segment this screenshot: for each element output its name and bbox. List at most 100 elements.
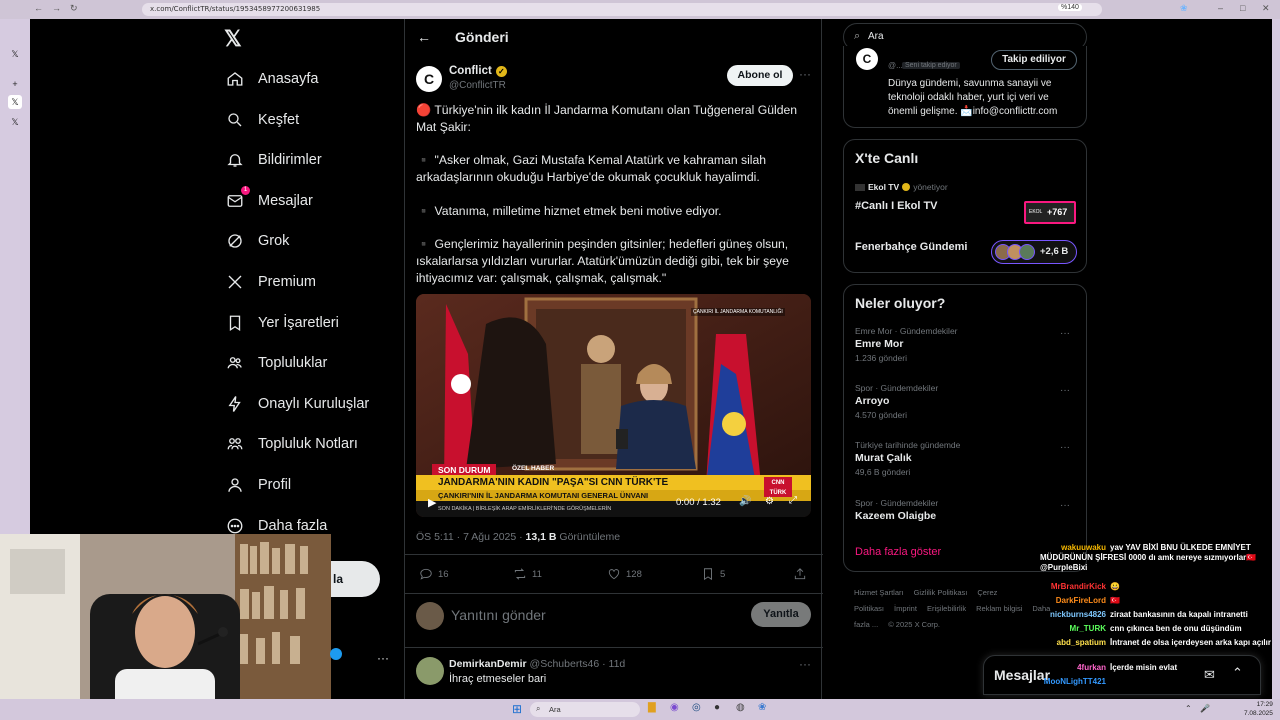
volume-icon[interactable]: 🔊	[739, 496, 751, 507]
reply-input[interactable]: Yanıtını gönder	[451, 607, 546, 623]
show-more-link[interactable]: Daha fazla göster	[855, 546, 941, 558]
author-avatar[interactable]: C	[416, 66, 442, 92]
trend-item[interactable]: Spor · Gündemdekiler Kazeem Olaigbe ···	[855, 498, 1080, 525]
nav-item-0[interactable]: Anasayfa	[220, 64, 318, 94]
fullscreen-icon[interactable]: ⤢	[789, 495, 797, 506]
nav-item-9[interactable]: Topluluk Notları	[220, 429, 358, 459]
share-action[interactable]	[793, 567, 807, 581]
nav-item-10[interactable]: Profil	[220, 470, 291, 500]
profile-card-avatar[interactable]: C	[856, 48, 878, 70]
bookmark-action[interactable]: 5	[701, 567, 725, 581]
trend-more-icon[interactable]: ···	[1060, 328, 1070, 339]
trend-more-icon[interactable]: ···	[1060, 385, 1070, 396]
tweet-timestamp[interactable]: ÖS 5:11 · 7 Ağu 2025 ·	[416, 531, 526, 543]
nav-item-4[interactable]: Grok	[220, 226, 289, 256]
tab-x-icon[interactable]: 𝕏	[8, 47, 22, 61]
nav-item-5[interactable]: Premium	[220, 267, 316, 297]
like-action[interactable]: 128	[607, 567, 642, 581]
subscribe-button[interactable]: Abone ol	[727, 65, 793, 86]
footer-link[interactable]: Reklam bilgisi	[976, 604, 1022, 613]
tab-x-active-icon[interactable]: 𝕏	[8, 95, 22, 109]
tweet-text: 🔴 Türkiye'nin ilk kadın İl Jandarma Komu…	[416, 102, 806, 304]
trend-more-icon[interactable]: ···	[1060, 500, 1070, 511]
nav-item-2[interactable]: Bildirimler	[220, 145, 322, 175]
nav-item-8[interactable]: Onaylı Kuruluşlar	[220, 389, 369, 419]
nav-item-3[interactable]: 1 Mesajlar	[220, 185, 313, 216]
reply-action[interactable]: 16	[419, 567, 449, 581]
maximize-icon[interactable]: □	[1240, 3, 1245, 13]
nav-item-7[interactable]: Topluluklar	[220, 348, 327, 378]
nav-item-6[interactable]: Yer İşaretleri	[220, 308, 339, 338]
video-subheadline: ÇANKIRI'NIN İL JANDARMA KOMUTANI GENERAL…	[416, 490, 811, 501]
tray-up-icon[interactable]: ⌃	[1185, 704, 1192, 713]
back-icon[interactable]: ←	[34, 3, 43, 13]
post-button[interactable]: la	[330, 561, 380, 597]
file-explorer-icon[interactable]: ▇	[648, 702, 656, 713]
author-name[interactable]: Conflict	[449, 65, 492, 77]
footer-link[interactable]: Erişilebilirlik	[927, 604, 966, 613]
clock[interactable]: 17:29 7.08.2025	[1244, 700, 1273, 718]
extension-icon[interactable]: ❀	[1180, 3, 1188, 14]
reply-more-icon[interactable]: ···	[799, 657, 811, 671]
new-tab-icon[interactable]: +	[8, 77, 22, 91]
reply-author-avatar[interactable]	[416, 657, 444, 685]
footer-link[interactable]: Gizlilik Politikası	[914, 588, 968, 597]
windows-start-icon[interactable]: ⊞	[512, 702, 522, 716]
settings-icon[interactable]: ⚙	[765, 496, 774, 507]
my-avatar[interactable]	[416, 602, 444, 630]
author-handle[interactable]: @ConflictTR	[449, 80, 506, 91]
reload-icon[interactable]: ↻	[70, 3, 78, 14]
mic-icon[interactable]: 🎤	[1200, 704, 1210, 713]
chat-username: nickburns4826	[1049, 610, 1106, 619]
reply-author-name[interactable]: DemirkanDemir	[449, 658, 527, 670]
video-headline: JANDARMA'NIN KADIN "PAŞA"SI CNN TÜRK'TE	[416, 475, 811, 490]
trend-name: Kazeem Olaigbe	[855, 509, 937, 522]
reply-author-handle[interactable]: @Schuberts46	[530, 658, 600, 670]
close-icon[interactable]: ✕	[1262, 3, 1270, 14]
forward-icon[interactable]: →	[52, 3, 61, 13]
profile-card-handle: @...	[888, 61, 903, 70]
repost-action[interactable]: 11	[513, 567, 542, 581]
video-player[interactable]: ÇANKIRI İL JANDARMA KOMUTANLIĞI SON DURU…	[416, 294, 811, 517]
search-input[interactable]: Ara	[868, 31, 884, 42]
footer-link[interactable]: Hizmet Şartları	[854, 588, 904, 597]
tweet-meta: ÖS 5:11 · 7 Ağu 2025 · 13,1 B Görüntülem…	[416, 531, 620, 543]
heart-icon	[608, 569, 620, 580]
zoom-indicator[interactable]: %140	[1058, 4, 1082, 11]
following-button[interactable]: Takip ediliyor	[991, 50, 1077, 70]
space-title[interactable]: Fenerbahçe Gündemi	[855, 241, 967, 253]
footer-link[interactable]: İmprint	[894, 604, 917, 613]
address-bar[interactable]: x.com/ConflictTR/status/1953458977200631…	[142, 3, 1102, 16]
taskbar-search[interactable]: ⌕ Ara	[530, 702, 640, 717]
page-title: Gönderi	[455, 29, 509, 45]
nav-item-1[interactable]: Keşfet	[220, 105, 299, 135]
tab-x-icon-2[interactable]: 𝕏	[8, 115, 22, 129]
live-host-suffix: yönetiyor	[913, 182, 948, 192]
back-arrow-icon[interactable]: ←	[417, 29, 431, 45]
live-stream-thumbnail[interactable]: EKOL +767	[1024, 201, 1076, 224]
profile-icon	[225, 475, 245, 495]
live-host[interactable]: Ekol TV	[868, 182, 899, 192]
play-icon[interactable]: ▶	[428, 496, 436, 509]
trend-item[interactable]: Emre Mor · Gündemdekiler Emre Mor 1.236 gö…	[855, 326, 1080, 363]
trend-item[interactable]: Spor · Gündemdekiler Arroyo 4.570 gönderi ·…	[855, 383, 1080, 420]
account-more-icon[interactable]: ···	[377, 651, 389, 665]
app-icon[interactable]: ◉	[670, 702, 679, 713]
reply-button[interactable]: Yanıtla	[751, 602, 811, 627]
space-count: +2,6 B	[1040, 246, 1069, 257]
app-icon-2[interactable]: ◍	[736, 702, 745, 713]
minimize-icon[interactable]: –	[1218, 3, 1223, 13]
chat-username: 4furkan	[1077, 663, 1106, 672]
obs-icon[interactable]: ●	[714, 702, 720, 713]
space-listeners[interactable]: +2,6 B	[991, 240, 1077, 264]
reply-age[interactable]: 11d	[609, 658, 626, 670]
browser-icon[interactable]: ❀	[758, 702, 766, 713]
x-logo-icon[interactable]: 𝕏	[224, 26, 242, 52]
trend-more-icon[interactable]: ···	[1060, 442, 1070, 453]
live-stream-title[interactable]: #Canlı I Ekol TV	[855, 200, 938, 212]
steam-icon[interactable]: ◎	[692, 702, 701, 713]
webcam-feed	[0, 534, 331, 720]
trend-item[interactable]: Türkiye tarihinde gündemde Murat Çalık 49,…	[855, 440, 1080, 477]
more-options-icon[interactable]: ···	[799, 67, 811, 81]
footer-link[interactable]: © 2025 X Corp.	[888, 620, 940, 629]
